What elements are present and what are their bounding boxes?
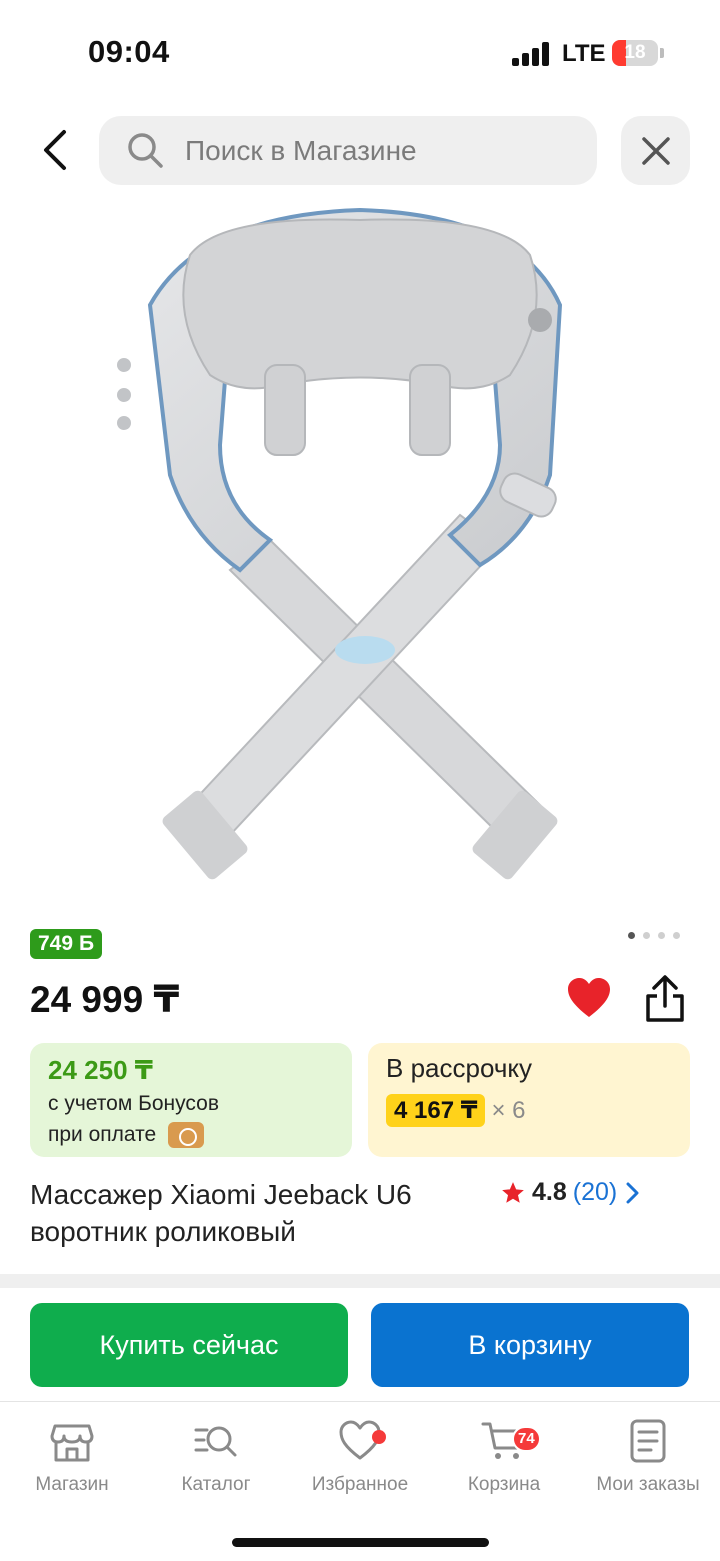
bonus-price-note: с учетом Бонусов	[48, 1092, 219, 1115]
tab-label: Мои заказы	[596, 1474, 700, 1495]
star-icon	[502, 1181, 524, 1203]
status-time: 09:04	[88, 34, 170, 69]
close-button[interactable]	[621, 116, 690, 185]
back-button[interactable]	[30, 122, 80, 178]
bonus-badge-amount: 749	[38, 932, 74, 955]
bonus-price: 24 250 ₸	[48, 1055, 153, 1085]
cart-badge: 74	[512, 1426, 541, 1452]
network-type: LTE	[562, 40, 606, 67]
gallery-dot	[628, 932, 635, 939]
favorites-badge-dot	[372, 1430, 386, 1444]
chevron-left-icon	[44, 130, 66, 170]
rating-score: 4.8	[532, 1178, 567, 1206]
installment-card[interactable]: В рассрочку 4 167 ₸ × 6	[368, 1043, 690, 1157]
rating-count: (20)	[572, 1178, 618, 1206]
chevron-right-icon	[626, 1182, 639, 1203]
tab-label: Каталог	[181, 1474, 251, 1495]
battery-tip	[660, 48, 664, 58]
add-to-cart-button[interactable]: В корзину	[371, 1303, 689, 1387]
product-title: Массажер Xiaomi Jeeback U6 воротник роли…	[30, 1176, 480, 1250]
tab-orders[interactable]: Мои заказы	[576, 1418, 720, 1496]
search-icon	[128, 133, 163, 168]
bottom-tab-bar: Магазин Каталог Избранное 74 Корзина Мои…	[0, 1401, 720, 1561]
search-bar[interactable]	[99, 116, 597, 185]
gallery-dot	[643, 932, 650, 939]
battery-level: 18	[624, 42, 646, 63]
status-bar: 09:04 LTE 18	[0, 0, 720, 100]
heart-icon[interactable]	[566, 976, 612, 1022]
product-price: 24 999 ₸	[30, 979, 180, 1020]
tab-label: Избранное	[311, 1474, 409, 1495]
bonus-badge: 749 Б	[30, 929, 103, 959]
payment-service-icon	[168, 1122, 205, 1149]
installment-monthly: 4 167 ₸	[386, 1094, 486, 1127]
close-icon	[641, 136, 670, 165]
tab-store[interactable]: Магазин	[0, 1418, 144, 1496]
catalog-search-icon	[194, 1426, 237, 1457]
buy-now-button[interactable]: Купить сейчас	[30, 1303, 348, 1387]
battery-icon: 18	[612, 40, 658, 66]
share-icon[interactable]	[642, 974, 688, 1024]
bonus-payment-label: при оплате	[48, 1123, 157, 1146]
gallery-dot	[673, 932, 680, 939]
tab-label: Корзина	[467, 1474, 541, 1495]
bonus-badge-currency: Б	[79, 932, 95, 955]
section-divider	[0, 1274, 720, 1288]
home-indicator	[232, 1538, 489, 1547]
cellular-signal-icon	[512, 42, 552, 66]
installment-multiplier: × 6	[491, 1096, 526, 1124]
store-icon	[50, 1424, 94, 1462]
product-title-line: воротник роликовый	[30, 1216, 296, 1247]
bonus-price-card[interactable]: 24 250 ₸ с учетом Бонусов при оплате	[30, 1043, 352, 1157]
tab-cart[interactable]: 74 Корзина	[432, 1418, 576, 1496]
gallery-pagination	[628, 932, 680, 939]
rating-link[interactable]: 4.8 (20)	[500, 1178, 643, 1207]
installment-title: В рассрочку	[386, 1053, 533, 1083]
tab-catalog[interactable]: Каталог	[144, 1418, 288, 1496]
search-input[interactable]	[185, 116, 585, 185]
bonus-payment-line: при оплате	[48, 1121, 334, 1149]
orders-icon	[630, 1419, 666, 1463]
tab-label: Магазин	[35, 1474, 109, 1495]
product-title-line: Массажер Xiaomi Jeeback U6	[30, 1179, 412, 1210]
gallery-dot	[658, 932, 665, 939]
product-image[interactable]	[80, 195, 640, 915]
tab-favorites[interactable]: Избранное	[288, 1418, 432, 1496]
